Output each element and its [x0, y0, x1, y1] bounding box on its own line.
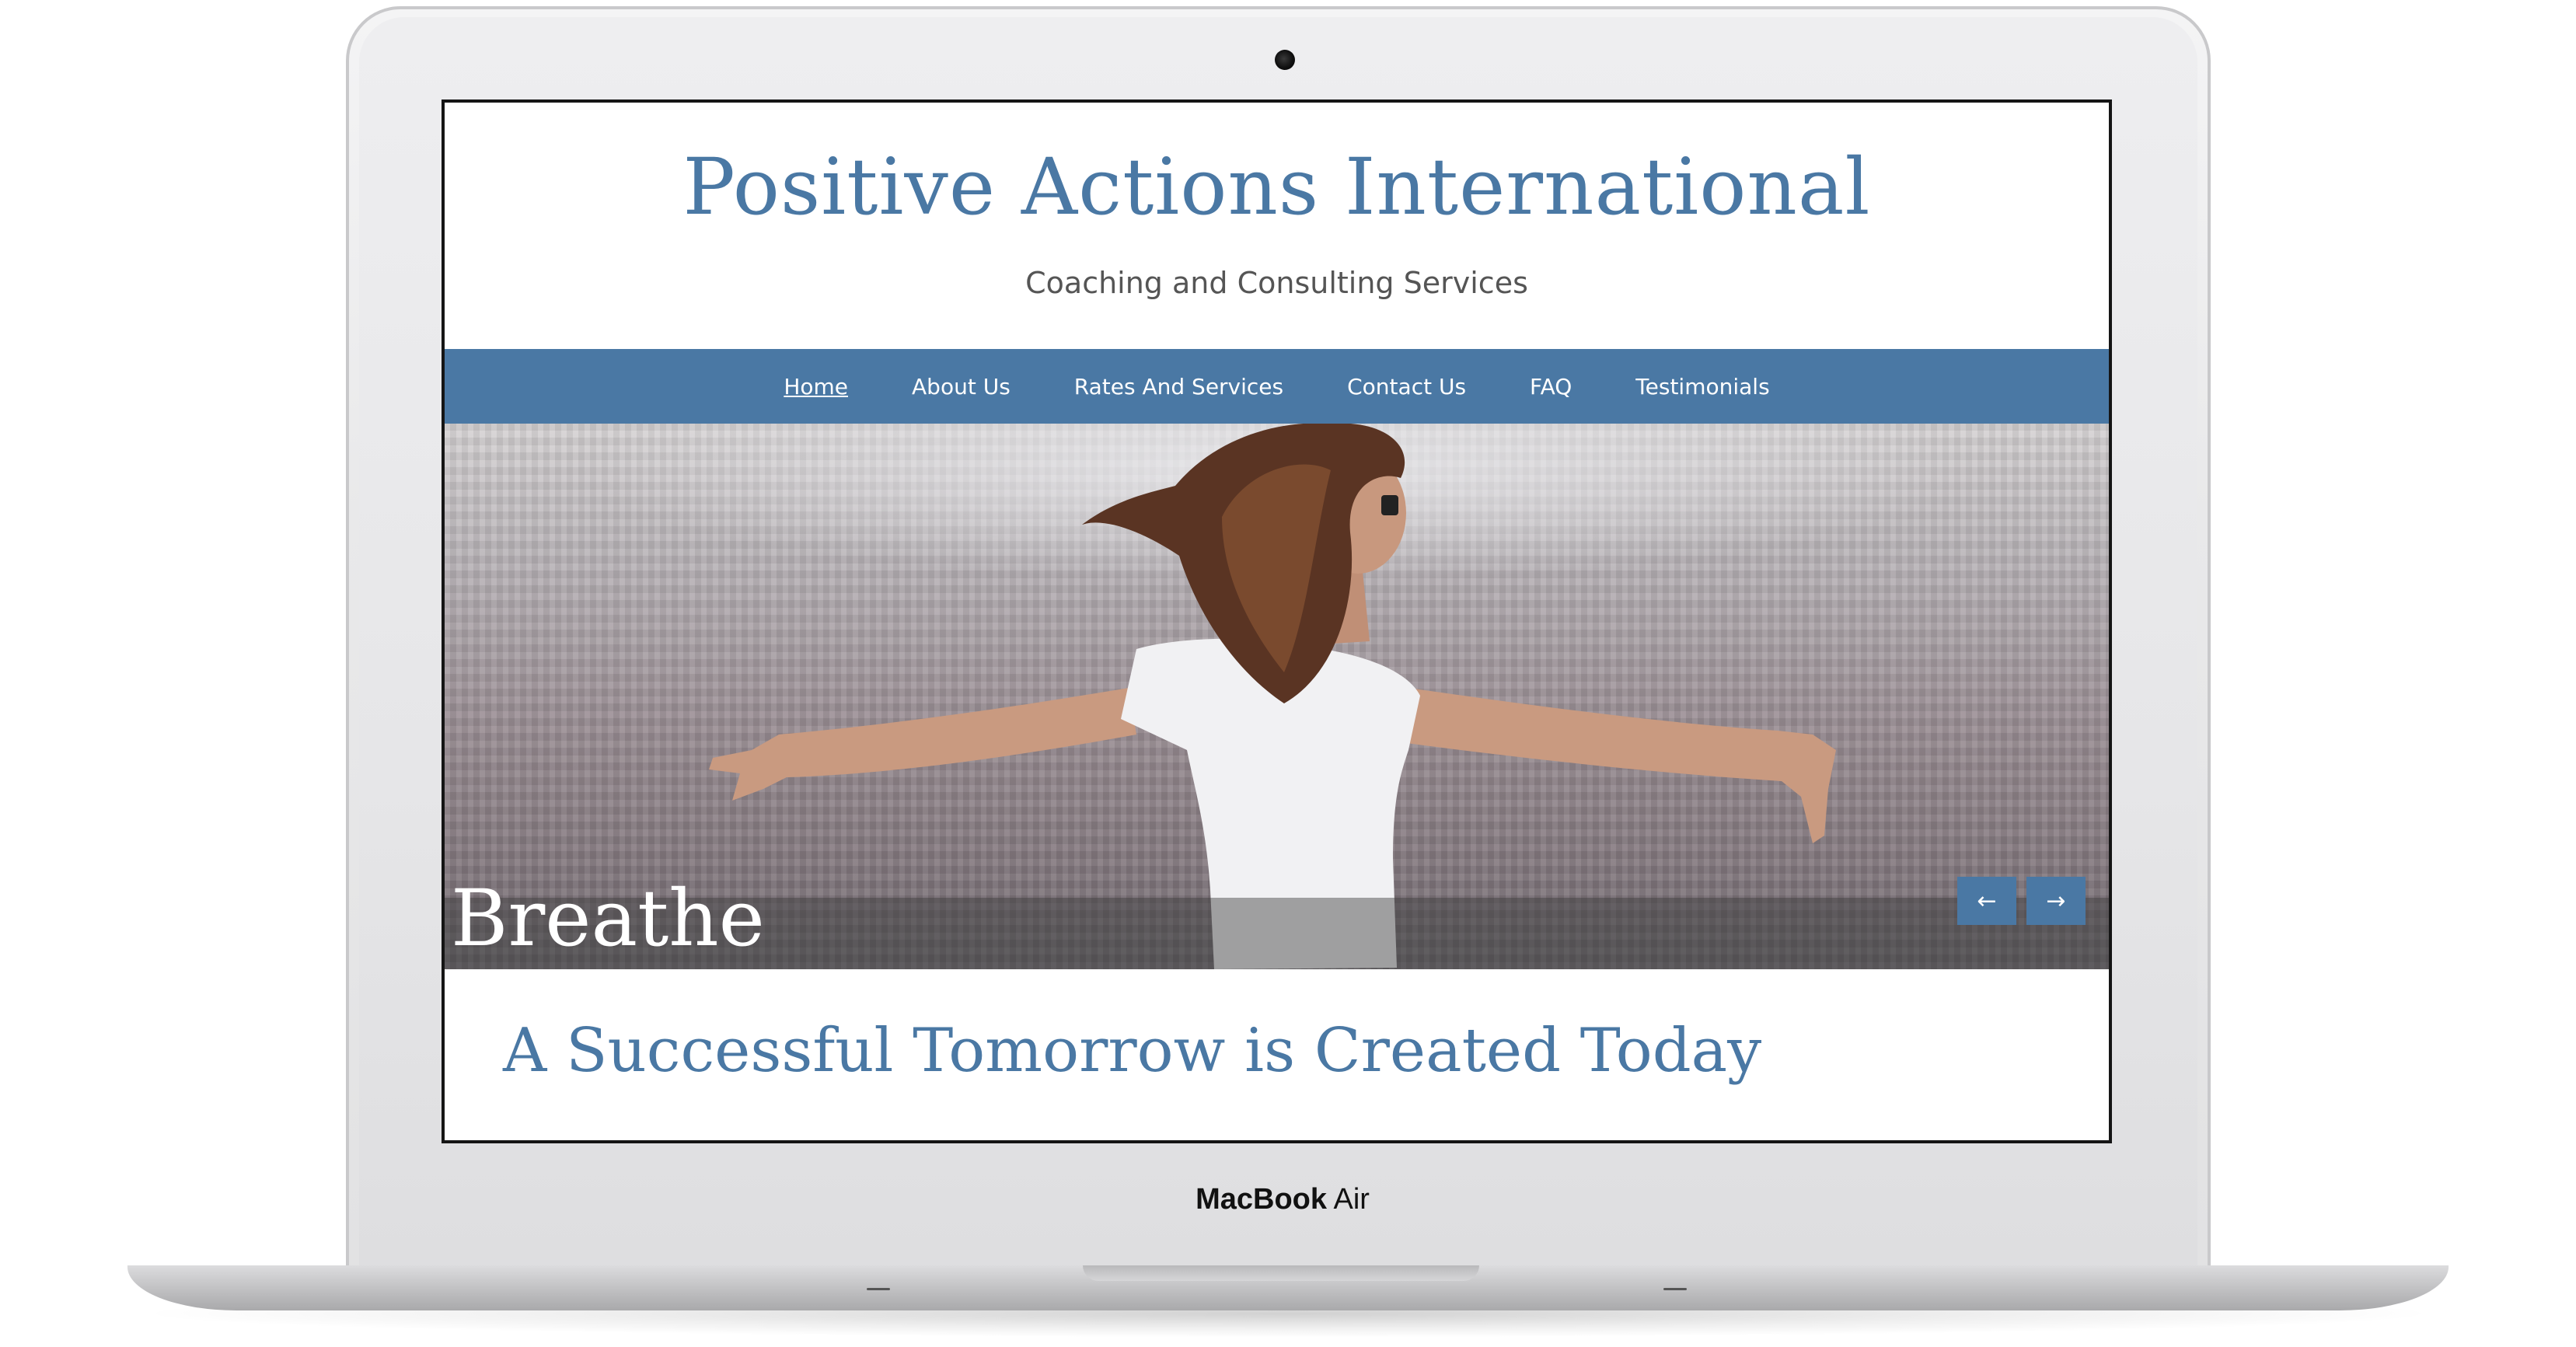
nav-item-rates-and-services[interactable]: Rates And Services	[1074, 374, 1283, 400]
laptop-foot-right	[1663, 1288, 1687, 1290]
browser-screen: Positive Actions International Coaching …	[442, 99, 2112, 1143]
laptop-foot-left	[867, 1288, 890, 1290]
nav-item-home[interactable]: Home	[784, 374, 848, 400]
device-brand-bold: MacBook	[1196, 1183, 1327, 1216]
site-tagline: Coaching and Consulting Services	[1025, 266, 1528, 300]
slide-caption: Breathe	[451, 873, 765, 964]
slider-next-button[interactable]: →	[2026, 877, 2086, 925]
camera-icon	[1275, 50, 1295, 70]
page-headline: A Successful Tomorrow is Created Today	[503, 1016, 1762, 1086]
nav-item-faq[interactable]: FAQ	[1530, 374, 1572, 400]
device-brand-light: Air	[1333, 1183, 1370, 1216]
main-navigation: Home About Us Rates And Services Contact…	[445, 349, 2109, 424]
laptop-hinge-notch	[1083, 1265, 1479, 1281]
nav-item-contact-us[interactable]: Contact Us	[1347, 374, 1466, 400]
nav-item-testimonials[interactable]: Testimonials	[1635, 374, 1769, 400]
slider-prev-button[interactable]: ←	[1957, 877, 2016, 925]
nav-item-about-us[interactable]: About Us	[912, 374, 1011, 400]
device-brand-label: MacBook Air	[1088, 1183, 1477, 1216]
site-title[interactable]: Positive Actions International	[445, 141, 2109, 232]
hero-slider: Breathe ← →	[445, 424, 2109, 969]
